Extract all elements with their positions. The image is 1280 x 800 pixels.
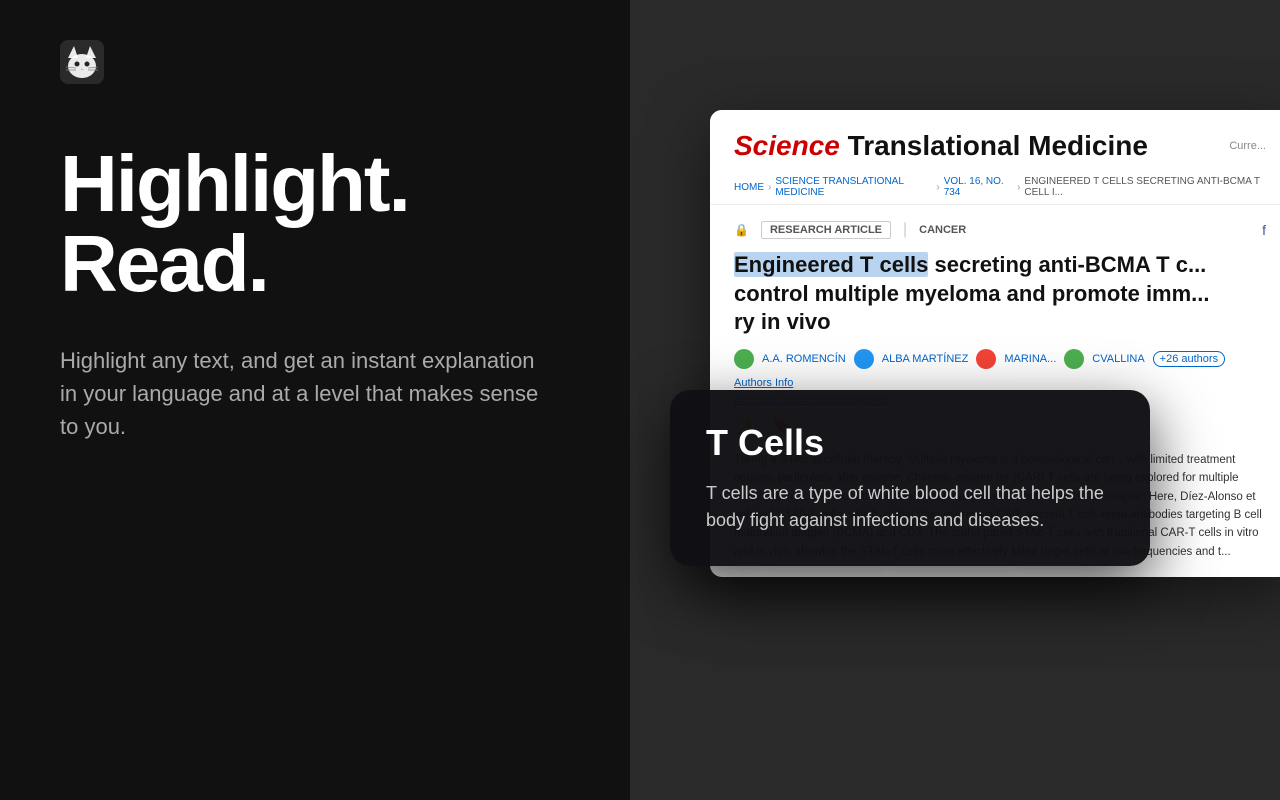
logo-area [60, 40, 570, 84]
author-name-1[interactable]: A.A. ROMENCÍN [762, 353, 846, 365]
author-avatar-1 [734, 349, 754, 369]
highlighted-text: Engineered T cells [734, 252, 928, 277]
article-tags: 🔒 RESEARCH ARTICLE | CANCER f [734, 221, 1266, 239]
journal-title-row: Science Translational Medicine Curre... [734, 130, 1266, 162]
author-name-4[interactable]: CVALLINA [1092, 353, 1144, 365]
more-authors-button[interactable]: +26 authors [1153, 351, 1225, 367]
hero-title: Highlight. Read. [60, 144, 570, 304]
author-name-3[interactable]: MARINA... [1004, 353, 1056, 365]
article-title: Engineered T cells secreting anti-BCMA T… [734, 251, 1266, 337]
breadcrumb-vol[interactable]: VOL. 16, NO. 734 [944, 176, 1013, 198]
breadcrumb-sep1: › [768, 182, 771, 193]
app-logo-icon [60, 40, 104, 84]
tag-research: RESEARCH ARTICLE [761, 221, 891, 239]
hero-title-line2: Read. [60, 224, 570, 304]
tag-cancer: CANCER [919, 224, 966, 236]
breadcrumb-sep2: › [936, 182, 939, 193]
lock-icon: 🔒 [734, 223, 749, 237]
right-panel: Science Translational Medicine Curre... … [630, 0, 1280, 800]
journal-rest: Translational Medicine [840, 130, 1148, 161]
author-avatar-3 [976, 349, 996, 369]
popup-card: T Cells T cells are a type of white bloo… [670, 390, 1150, 566]
hero-title-line1: Highlight. [60, 144, 570, 224]
breadcrumb: HOME › SCIENCE TRANSLATIONAL MEDICINE › … [710, 170, 1280, 205]
authors-info-link[interactable]: Authors Info [734, 377, 793, 389]
breadcrumb-sep3: › [1017, 182, 1020, 193]
author-avatar-4 [1064, 349, 1084, 369]
hero-subtitle: Highlight any text, and get an instant e… [60, 344, 540, 443]
journal-extra: Curre... [1229, 140, 1266, 152]
facebook-icon: f [1262, 222, 1266, 238]
journal-science: Science [734, 130, 840, 161]
author-name-2[interactable]: ALBA MARTÍNEZ [882, 353, 969, 365]
author-avatar-2 [854, 349, 874, 369]
article-header: Science Translational Medicine Curre... [710, 110, 1280, 162]
breadcrumb-home[interactable]: HOME [734, 182, 764, 193]
journal-title: Science Translational Medicine [734, 130, 1148, 162]
popup-term: T Cells [706, 422, 1114, 464]
popup-definition: T cells are a type of white blood cell t… [706, 480, 1114, 534]
left-panel: Highlight. Read. Highlight any text, and… [0, 0, 630, 800]
tag-separator: | [903, 221, 907, 239]
breadcrumb-journal[interactable]: SCIENCE TRANSLATIONAL MEDICINE [775, 176, 932, 198]
breadcrumb-article: ENGINEERED T CELLS SECRETING ANTI-BCMA T… [1024, 176, 1266, 198]
authors-row: A.A. ROMENCÍN ALBA MARTÍNEZ MARINA... CV… [734, 349, 1266, 389]
